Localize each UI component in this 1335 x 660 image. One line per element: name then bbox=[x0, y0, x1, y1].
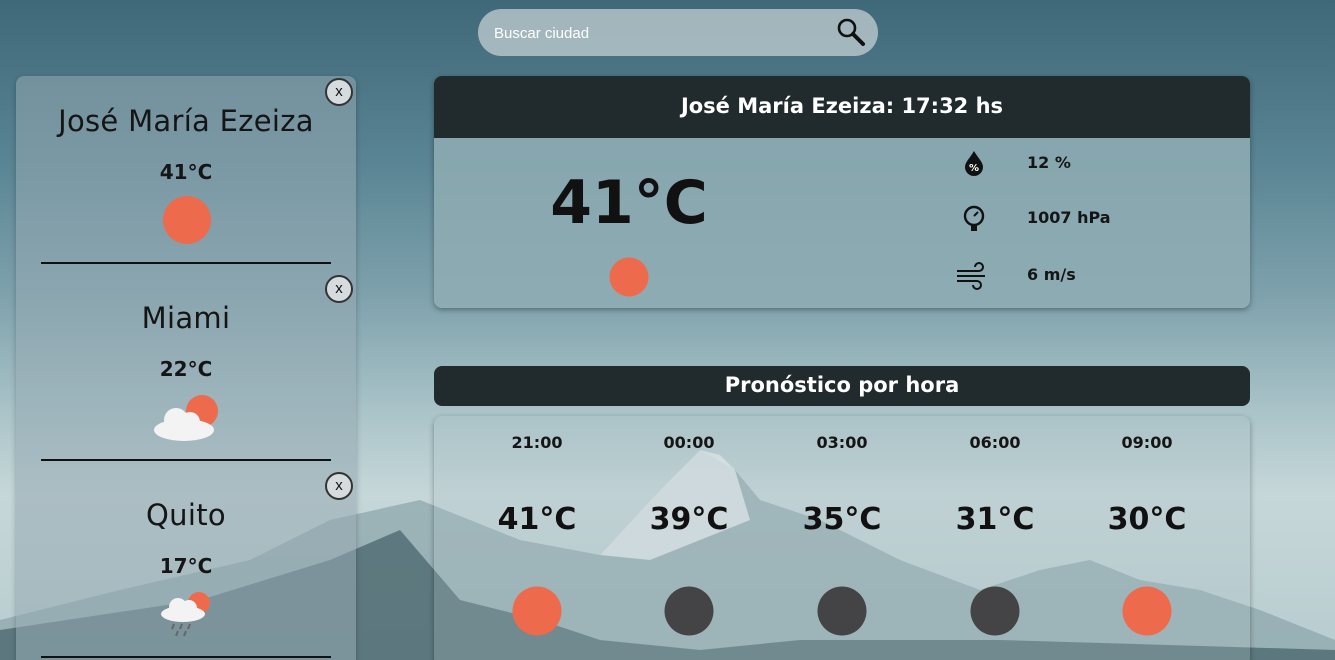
forecast-temperature: 41°C bbox=[497, 502, 577, 537]
pressure-value: 1007 hPa bbox=[1027, 208, 1111, 227]
city-temperature: 41°C bbox=[159, 160, 213, 184]
city-card[interactable]: x Miami 22°C bbox=[16, 273, 356, 470]
city-name: Miami bbox=[141, 301, 231, 335]
pressure-gauge-icon bbox=[963, 205, 985, 231]
city-name: Quito bbox=[146, 498, 226, 532]
forecast-title: Pronóstico por hora bbox=[434, 366, 1250, 406]
forecast-item: 21:00 41°C bbox=[477, 416, 597, 660]
current-temperature: 41°C bbox=[550, 168, 708, 238]
forecast-time: 21:00 bbox=[511, 433, 563, 452]
forecast-item: 09:00 30°C bbox=[1087, 416, 1207, 660]
wind-value: 6 m/s bbox=[1027, 265, 1076, 284]
moon-icon bbox=[970, 586, 1020, 636]
partly-cloudy-icon bbox=[154, 395, 218, 441]
city-card[interactable]: x Quito 17°C bbox=[16, 470, 356, 660]
svg-text:%: % bbox=[969, 163, 979, 174]
divider bbox=[41, 262, 331, 264]
forecast-temperature: 39°C bbox=[649, 502, 729, 537]
city-temperature: 22°C bbox=[159, 357, 213, 381]
sun-icon bbox=[163, 196, 211, 244]
current-weather-card: José María Ezeiza: 17:32 hs 41°C % 12 % … bbox=[434, 76, 1250, 308]
forecast-temperature: 30°C bbox=[1107, 502, 1187, 537]
forecast-time: 09:00 bbox=[1121, 433, 1173, 452]
search-bar bbox=[478, 9, 878, 56]
forecast-item: 06:00 31°C bbox=[935, 416, 1055, 660]
sun-icon bbox=[1122, 586, 1172, 636]
forecast-time: 00:00 bbox=[663, 433, 715, 452]
close-button[interactable]: x bbox=[325, 472, 353, 500]
search-icon[interactable] bbox=[836, 17, 866, 47]
forecast-temperature: 35°C bbox=[802, 502, 882, 537]
forecast-temperature: 31°C bbox=[955, 502, 1035, 537]
close-button[interactable]: x bbox=[325, 275, 353, 303]
saved-cities-panel: x José María Ezeiza 41°C x Miami 22°C x … bbox=[16, 76, 356, 660]
wind-icon bbox=[957, 262, 985, 290]
search-input[interactable] bbox=[492, 21, 816, 45]
hourly-forecast: 21:00 41°C 00:00 39°C 03:00 35°C 06:00 3… bbox=[434, 416, 1250, 660]
humidity-value: 12 % bbox=[1027, 153, 1071, 172]
city-card[interactable]: x José María Ezeiza 41°C bbox=[16, 76, 356, 273]
forecast-item: 00:00 39°C bbox=[629, 416, 749, 660]
divider bbox=[41, 656, 331, 658]
forecast-item: 03:00 35°C bbox=[782, 416, 902, 660]
moon-icon bbox=[817, 586, 867, 636]
current-weather-header: José María Ezeiza: 17:32 hs bbox=[434, 76, 1250, 138]
sun-icon bbox=[512, 586, 562, 636]
forecast-time: 03:00 bbox=[816, 433, 868, 452]
city-name: José María Ezeiza bbox=[58, 104, 314, 138]
humidity-icon: % bbox=[965, 151, 983, 176]
city-temperature: 17°C bbox=[159, 554, 213, 578]
forecast-time: 06:00 bbox=[969, 433, 1021, 452]
sun-icon bbox=[609, 257, 649, 297]
divider bbox=[41, 459, 331, 461]
moon-icon bbox=[664, 586, 714, 636]
rain-cloud-sun-icon bbox=[161, 592, 210, 637]
close-button[interactable]: x bbox=[325, 78, 353, 106]
